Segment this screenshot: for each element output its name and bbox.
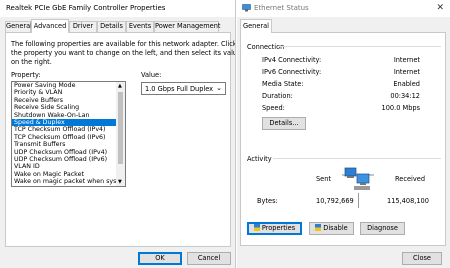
ipv4-value: Internet	[393, 56, 420, 64]
divider	[279, 46, 441, 47]
disable-button[interactable]: Disable	[309, 222, 354, 235]
bytes-received-value: 115,408,100	[387, 197, 429, 205]
value-label: Value:	[141, 71, 162, 79]
activity-heading: Activity	[247, 155, 272, 163]
details-button[interactable]: Details...	[262, 117, 306, 130]
divider	[273, 158, 441, 159]
tab-advanced[interactable]: Advanced	[31, 19, 69, 33]
list-item[interactable]: Receive Side Scaling	[12, 104, 116, 111]
shield-icon	[253, 224, 260, 231]
disable-button-label: Disable	[323, 224, 348, 232]
list-item[interactable]: Wake on Magic Packet	[12, 171, 116, 178]
ipv4-label: IPv4 Connectivity:	[262, 56, 322, 64]
media-state-label: Media State:	[262, 80, 304, 88]
advanced-panel: The following properties are available f…	[5, 32, 235, 247]
received-label: Received	[395, 175, 425, 183]
ipv6-label: IPv6 Connectivity:	[262, 68, 322, 76]
media-state-value: Enabled	[393, 80, 420, 88]
diagnose-button[interactable]: Diagnose	[360, 222, 405, 235]
description-line: The following properties are available f…	[11, 40, 236, 48]
description-line: on the right.	[11, 58, 52, 66]
list-item[interactable]: Priority & VLAN	[12, 89, 116, 96]
list-item-selected[interactable]: Speed & Duplex	[12, 118, 116, 127]
window-title: Realtek PCIe GbE Family Controller Prope…	[6, 4, 166, 12]
tab-details[interactable]: Details	[97, 21, 126, 32]
close-button[interactable]: Close	[402, 252, 442, 265]
speed-label: Speed:	[262, 104, 285, 112]
ok-button[interactable]: OK	[138, 252, 182, 265]
adapter-properties-window: Realtek PCIe GbE Family Controller Prope…	[0, 0, 236, 268]
title-bar: Ethernet Status ✕	[237, 0, 450, 17]
list-item[interactable]: Receive Buffers	[12, 97, 116, 104]
network-icon	[242, 4, 251, 12]
ipv6-value: Internet	[393, 68, 420, 76]
window-title: Ethernet Status	[254, 4, 309, 12]
bytes-sent-value: 10,792,669	[316, 197, 354, 205]
duration-value: 00:34:12	[390, 92, 420, 100]
tab-events[interactable]: Events	[126, 21, 154, 32]
description-line: the property you want to change on the l…	[11, 49, 236, 57]
tab-general[interactable]: General	[5, 21, 32, 32]
description-text: The following properties are available f…	[11, 40, 236, 67]
properties-button[interactable]: Properties	[247, 222, 302, 235]
status-panel: Connection IPv4 Connectivity: Internet I…	[240, 32, 446, 246]
shield-icon	[315, 224, 322, 231]
tab-driver[interactable]: Driver	[69, 21, 97, 32]
bytes-label: Bytes:	[257, 197, 278, 205]
network-activity-icon	[342, 167, 374, 190]
sent-label: Sent	[316, 175, 332, 183]
list-item[interactable]: Transmit Buffers	[12, 141, 116, 148]
property-list-items: Power Saving Mode Priority & VLAN Receiv…	[12, 82, 116, 185]
chevron-down-icon: ⌄	[216, 84, 222, 92]
duration-label: Duration:	[262, 92, 293, 100]
property-list-scrollbar[interactable]: ▲ ▼	[116, 82, 125, 186]
tab-general[interactable]: General	[240, 19, 272, 33]
scroll-down-icon[interactable]: ▼	[118, 179, 122, 185]
speed-value: 100.0 Mbps	[381, 104, 420, 112]
properties-button-label: Properties	[261, 224, 296, 232]
list-item[interactable]: TCP Checksum Offload (IPv4)	[12, 126, 116, 133]
property-label: Property:	[11, 71, 41, 79]
title-bar: Realtek PCIe GbE Family Controller Prope…	[0, 0, 235, 17]
cancel-button[interactable]: Cancel	[187, 252, 231, 265]
tab-power-management[interactable]: Power Management	[154, 21, 220, 32]
list-item[interactable]: UDP Checksum Offload (IPv6)	[12, 156, 116, 163]
connection-heading: Connection	[247, 43, 285, 51]
scroll-up-icon[interactable]: ▲	[118, 83, 122, 89]
ethernet-status-window: Ethernet Status ✕ General Connection IPv…	[237, 0, 450, 268]
list-item[interactable]: UDP Checksum Offload (IPv4)	[12, 149, 116, 156]
list-item[interactable]: TCP Checksum Offload (IPv6)	[12, 134, 116, 141]
value-dropdown[interactable]: 1.0 Gbps Full Duplex ⌄	[141, 82, 226, 95]
close-icon[interactable]: ✕	[436, 3, 444, 13]
property-list[interactable]: Power Saving Mode Priority & VLAN Receiv…	[11, 81, 126, 187]
list-item[interactable]: Wake on magic packet when syste	[12, 178, 116, 185]
list-item[interactable]: Power Saving Mode	[12, 82, 116, 89]
divider	[358, 193, 359, 208]
scrollbar-thumb[interactable]	[118, 92, 123, 164]
value-dropdown-text: 1.0 Gbps Full Duplex	[145, 85, 214, 93]
list-item[interactable]: VLAN ID	[12, 163, 116, 170]
list-item[interactable]: Shutdown Wake-On-Lan	[12, 112, 116, 119]
